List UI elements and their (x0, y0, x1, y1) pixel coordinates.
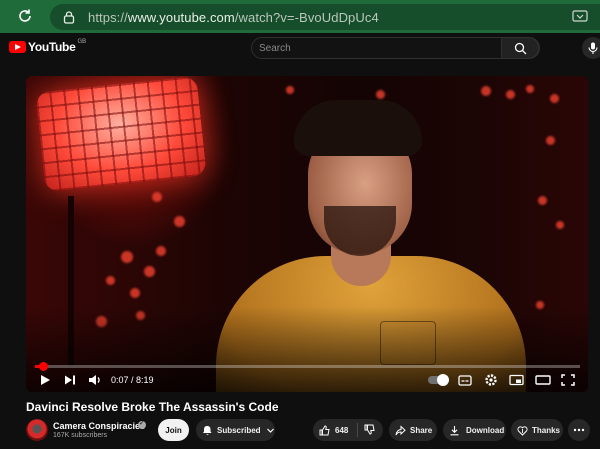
like-icon (319, 424, 330, 435)
progress-scrubber[interactable] (38, 362, 48, 371)
share-label: Share (410, 425, 433, 435)
search-input[interactable] (252, 38, 541, 58)
logo-text: YouTube (28, 40, 76, 54)
volume-icon[interactable] (87, 372, 103, 388)
reload-icon[interactable] (17, 8, 33, 24)
bokeh-light (156, 246, 166, 256)
youtube-header: YouTube GB (0, 33, 600, 63)
dislike-icon[interactable] (364, 424, 375, 435)
time-display: 0:07 / 8:19 (111, 375, 154, 385)
next-icon[interactable] (63, 372, 77, 388)
fullscreen-icon[interactable] (561, 372, 575, 388)
url-field[interactable]: https://www.youtube.com/watch?v=-BvoUdDp… (50, 4, 600, 30)
search-button[interactable] (501, 37, 539, 59)
bokeh-light (526, 85, 534, 93)
bokeh-light (481, 86, 491, 96)
cast-icon[interactable] (572, 10, 588, 24)
browser-address-bar: https://www.youtube.com/watch?v=-BvoUdDp… (0, 0, 600, 33)
download-button[interactable]: Download (443, 419, 506, 441)
bokeh-light (538, 196, 547, 205)
thanks-icon (517, 425, 528, 436)
bell-icon (203, 425, 212, 435)
voice-search-button[interactable] (582, 37, 600, 59)
video-title: Davinci Resolve Broke The Assassin's Cod… (26, 400, 279, 414)
join-label: Join (165, 425, 182, 435)
subscribed-button[interactable]: Subscribed (196, 419, 275, 441)
region-code: GB (77, 39, 87, 45)
settings-icon[interactable] (484, 372, 498, 388)
thanks-label: Thanks (532, 425, 561, 435)
url-path: /watch?v=-BvoUdDpUc4 (234, 10, 379, 25)
subscriber-count: 167K subscribers (53, 432, 108, 439)
search-icon (514, 42, 527, 55)
more-icon (573, 428, 585, 432)
bokeh-light (286, 86, 294, 94)
share-icon (395, 424, 406, 435)
mic-icon (588, 42, 598, 54)
like-count: 648 (335, 425, 349, 435)
channel-avatar[interactable] (26, 419, 48, 441)
channel-name[interactable]: Camera Conspiracies (53, 421, 145, 431)
bokeh-light (546, 136, 555, 145)
youtube-logo-icon (9, 41, 26, 53)
youtube-logo[interactable]: YouTube GB (9, 39, 87, 54)
verified-badge-icon (138, 419, 146, 429)
bokeh-light (506, 90, 515, 99)
bokeh-light (556, 221, 564, 229)
video-player[interactable]: 0:07 / 8:19 (26, 76, 588, 392)
url-text[interactable]: https://www.youtube.com/watch?v=-BvoUdDp… (88, 10, 379, 25)
share-button[interactable]: Share (389, 419, 437, 441)
download-icon (450, 425, 459, 435)
bokeh-light (174, 216, 185, 227)
play-icon[interactable] (38, 372, 52, 388)
bokeh-light (550, 94, 559, 103)
more-actions-button[interactable] (568, 419, 590, 441)
bokeh-light (106, 276, 115, 285)
subscribed-label: Subscribed (217, 425, 261, 435)
bokeh-light (376, 90, 385, 99)
miniplayer-icon[interactable] (509, 372, 524, 388)
like-divider (357, 423, 358, 437)
lock-icon[interactable] (62, 10, 76, 24)
download-label: Download (466, 425, 505, 435)
url-scheme: https:// (88, 10, 128, 25)
search-box (251, 37, 541, 59)
autoplay-toggle[interactable] (428, 374, 449, 386)
bokeh-light (121, 251, 133, 263)
softbox-light (35, 76, 207, 193)
chevron-down-icon (266, 428, 274, 433)
presenter-hair (294, 100, 422, 156)
bokeh-light (144, 266, 155, 277)
video-frame (26, 76, 588, 392)
join-button[interactable]: Join (158, 419, 189, 441)
theater-icon[interactable] (535, 372, 551, 388)
bokeh-light (130, 288, 140, 298)
progress-bar[interactable] (35, 362, 580, 371)
url-domain: www.youtube.com (127, 10, 235, 25)
thanks-button[interactable]: Thanks (511, 419, 563, 441)
like-button[interactable]: 648 (313, 419, 383, 441)
captions-icon[interactable] (458, 372, 472, 388)
bokeh-light (152, 192, 162, 202)
